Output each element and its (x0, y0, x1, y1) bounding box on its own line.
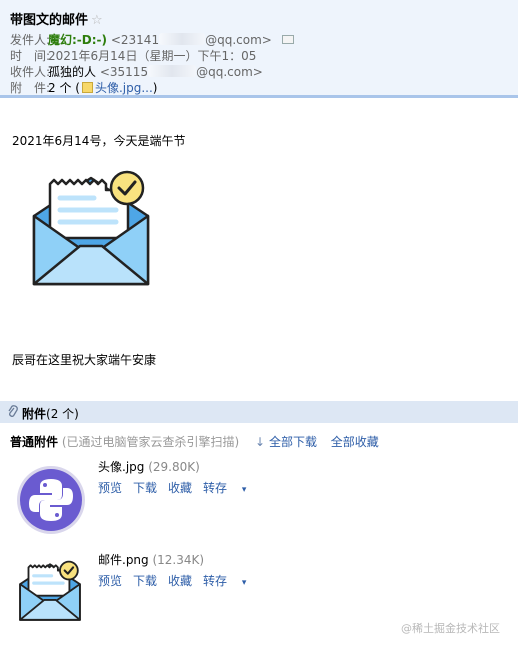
save-to-label: 转存 (203, 481, 228, 495)
envelope-check-icon (32, 170, 150, 286)
time-value: 2021年6月14日（星期一）下午1：05 (48, 49, 257, 63)
python-logo-icon (17, 466, 85, 534)
attachments-bar: 附件(2 个) (0, 401, 518, 423)
mail-subject: 带图文的邮件 ☆ (10, 9, 103, 28)
to-label: 收件人: (10, 65, 51, 79)
favorite-link[interactable]: 收藏 (168, 481, 192, 495)
recipient-address-start: <35115 (99, 65, 149, 79)
favorite-all-button[interactable]: 全部收藏 (331, 435, 379, 449)
image-file-icon (81, 82, 93, 93)
attachments-title: 附件(2 个) (22, 405, 79, 422)
sender-address-start: <23141 (110, 33, 160, 47)
download-link[interactable]: 下载 (133, 574, 157, 588)
favorite-link[interactable]: 收藏 (168, 574, 192, 588)
file-actions: 预览 下载 收藏 转存 ▾ (98, 479, 268, 496)
sender-address-end: @qq.com> (205, 33, 272, 47)
to-row: 收件人:孤独的人 <35115 @qq.com> (10, 63, 263, 80)
file-size: (29.80K) (148, 460, 200, 474)
recipient-address-end: @qq.com> (196, 65, 263, 79)
envelope-check-icon (19, 560, 81, 621)
paperclip-icon (7, 405, 18, 421)
recipient-address: <35115 @qq.com> (100, 65, 263, 79)
attachment-kind-label: 普通附件 (10, 435, 59, 449)
attachments-title-text: 附件 (22, 407, 47, 421)
attachment-close-paren: ) (152, 81, 158, 95)
attachments-toolbar: 普通附件 (已通过电脑管家云查杀引擎扫描) ↓ 全部下载 全部收藏 (10, 433, 379, 450)
file-actions: 预览 下载 收藏 转存 ▾ (98, 572, 268, 589)
recipient-name[interactable]: 孤独的人 (48, 65, 96, 79)
virus-scan-note: (已通过电脑管家云查杀引擎扫描) (61, 435, 240, 449)
caret-down-icon: ▾ (241, 485, 247, 495)
download-all-label: 全部下载 (268, 435, 317, 449)
attachment-count: 2 个 ( (48, 81, 80, 95)
subject-text: 带图文的邮件 (10, 13, 89, 28)
download-all-button[interactable]: ↓ 全部下载 (255, 435, 317, 449)
preview-link[interactable]: 预览 (98, 481, 122, 495)
star-icon[interactable]: ☆ (91, 13, 103, 28)
time-row: 时 间:2021年6月14日（星期一）下午1：05 (10, 47, 256, 64)
attachment-row: 附 件:2 个 ( 头像.jpg...) (10, 79, 157, 96)
save-to-menu[interactable]: 转存 ▾ (203, 481, 257, 495)
attachments-count: (2 个) (46, 407, 79, 421)
download-link[interactable]: 下载 (133, 481, 157, 495)
envelope-image (30, 168, 152, 293)
sender-name[interactable]: 魔幻:-D:-) (48, 33, 107, 47)
blurred-text (159, 33, 206, 45)
attachment-item: 头像.jpg (29.80K) 预览 下载 收藏 转存 ▾ (98, 458, 268, 496)
save-to-menu[interactable]: 转存 ▾ (203, 574, 257, 588)
contact-card-icon[interactable] (281, 35, 294, 44)
attachment-label: 附 件: (10, 81, 51, 95)
body-line-2: 辰哥在这里祝大家端午安康 (12, 353, 157, 367)
preview-link[interactable]: 预览 (98, 574, 122, 588)
attachment-link[interactable]: 头像.jpg... (95, 81, 153, 95)
mail-header: 带图文的邮件 ☆ 发件人:魔幻:-D:-) <23141 @qq.com> 时 间:… (0, 0, 518, 98)
download-arrow-icon: ↓ (255, 435, 266, 449)
sender-address: <23141 @qq.com> (111, 33, 272, 47)
caret-down-icon: ▾ (241, 578, 247, 588)
from-label: 发件人: (10, 33, 51, 47)
file-name[interactable]: 头像.jpg (98, 460, 144, 474)
file-name[interactable]: 邮件.png (98, 553, 149, 567)
mail-image-thumbnail[interactable] (18, 559, 82, 626)
save-to-label: 转存 (203, 574, 228, 588)
watermark: @稀土掘金技术社区 (401, 622, 500, 635)
file-size: (12.34K) (152, 553, 205, 567)
blurred-text (148, 65, 197, 77)
body-line-1: 2021年6月14号，今天是端午节 (12, 134, 186, 148)
attachment-item: 邮件.png (12.34K) 预览 下载 收藏 转存 ▾ (98, 551, 268, 589)
avatar-thumbnail[interactable] (16, 465, 86, 538)
time-label: 时 间: (10, 49, 51, 63)
from-row: 发件人:魔幻:-D:-) <23141 @qq.com> (10, 31, 294, 48)
